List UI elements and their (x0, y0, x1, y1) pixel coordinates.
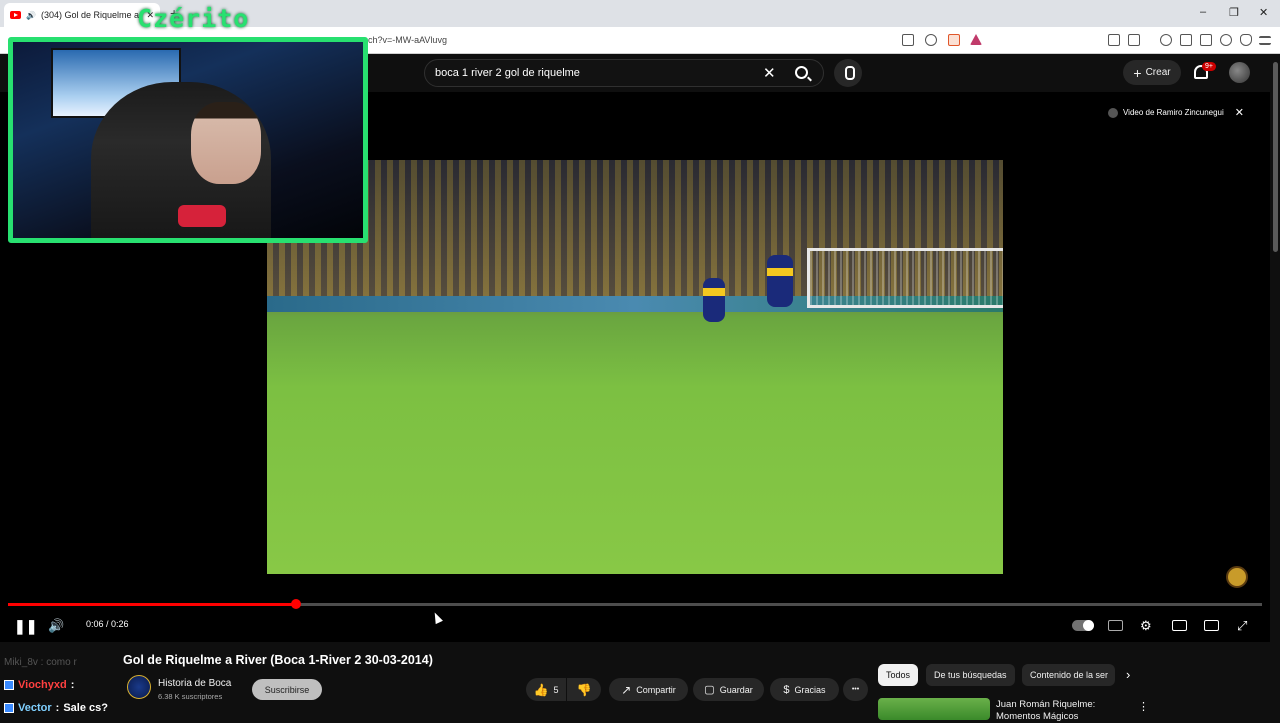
brave-shields-icon[interactable] (948, 34, 960, 46)
chat-username: Vector (18, 702, 52, 714)
streamer-face (191, 102, 261, 184)
scrollbar-thumb[interactable] (1273, 62, 1278, 252)
player-controls: ❚❚ 🔊 0:06 / 0:26 ⚙ ⤢ (0, 612, 1270, 642)
extensions-icon[interactable] (1108, 34, 1120, 46)
search-box[interactable]: boca 1 river 2 gol de riquelme ✕ (424, 59, 824, 87)
youtube-favicon-icon (10, 11, 21, 19)
menu-icon[interactable] (1259, 36, 1271, 45)
subtitles-icon[interactable] (1108, 620, 1123, 631)
share-button[interactable]: ↗ Compartir (609, 678, 688, 701)
tab-title: (304) Gol de Riquelme a River (40, 10, 141, 20)
recommendation-title[interactable]: Juan Román Riquelme: Momentos Mágicos (996, 699, 1116, 723)
fullscreen-icon[interactable]: ⤢ (1237, 618, 1247, 634)
screen-icon[interactable] (902, 34, 914, 46)
notifications-badge: 9+ (1202, 62, 1216, 71)
recommendation-thumbnail[interactable] (878, 698, 990, 720)
chip-series-content[interactable]: Contenido de la ser (1022, 664, 1115, 686)
progress-scrubber[interactable] (291, 599, 302, 609)
chat-ghost-line: Miki_8v : como r (4, 657, 77, 668)
user-avatar[interactable] (1229, 62, 1250, 83)
close-credit-icon[interactable]: ✕ (1235, 106, 1244, 119)
share-icon[interactable] (925, 34, 937, 46)
search-icon[interactable] (795, 66, 808, 79)
url-field[interactable]: ch?v=-MW-aAVluvg (368, 35, 447, 45)
chat-badge-icon (4, 703, 14, 713)
like-count: 5 (553, 684, 559, 695)
time-display: 0:06 / 0:26 (86, 619, 129, 629)
wallet-icon[interactable] (1200, 34, 1212, 46)
channel-name[interactable]: Historia de Boca (158, 678, 231, 689)
search-input[interactable]: boca 1 river 2 gol de riquelme (435, 67, 580, 79)
chat-line: Viochyxd : (4, 679, 78, 691)
save-label: Guardar (719, 684, 753, 695)
sidebar-icon[interactable] (1180, 34, 1192, 46)
thanks-button[interactable]: $ Gracias (770, 678, 839, 701)
chat-separator: : (55, 702, 60, 714)
minimize-button[interactable]: – (1200, 6, 1206, 18)
autoplay-toggle[interactable] (1072, 620, 1094, 631)
goal-net (807, 248, 1003, 308)
speaker-icon: 🔊 (26, 10, 36, 20)
credit-avatar-icon (1107, 107, 1118, 118)
chat-message: Sale cs? (63, 702, 108, 714)
chat-separator: : (70, 679, 75, 691)
leo-icon[interactable] (1220, 34, 1232, 46)
miniplayer-icon[interactable] (1172, 620, 1187, 631)
chat-badge-icon (4, 680, 14, 690)
create-label: Crear (1145, 67, 1171, 78)
microphone (178, 205, 226, 227)
clear-search-icon[interactable]: ✕ (763, 64, 776, 82)
progress-bar[interactable] (8, 599, 1262, 609)
chevron-right-icon[interactable]: › (1126, 667, 1130, 682)
chip-from-searches[interactable]: De tus búsquedas (926, 664, 1015, 686)
chip-all[interactable]: Todos (878, 664, 919, 686)
channel-avatar[interactable] (127, 675, 151, 699)
cast-icon[interactable] (1204, 620, 1219, 631)
close-window-button[interactable]: ✕ (1259, 6, 1268, 19)
streamer-name: Czérito (137, 4, 250, 33)
channel-watermark-icon[interactable] (1226, 566, 1248, 588)
video-title: Gol de Riquelme a River (Boca 1-River 2 … (123, 653, 433, 667)
subscriber-count: 6.38 K suscriptores (158, 692, 223, 701)
brave-rewards-icon[interactable] (970, 34, 982, 45)
recommendation-menu-icon[interactable]: ⋮ (1138, 700, 1149, 713)
vpn-icon[interactable] (1240, 34, 1252, 46)
progress-played (8, 603, 297, 606)
thanks-icon: $ (783, 683, 790, 696)
volume-icon[interactable]: 🔊 (48, 618, 64, 634)
dislike-button[interactable]: 👎 (567, 678, 601, 701)
bookmark-icon: ▢ (704, 684, 715, 696)
thanks-label: Gracias (794, 684, 826, 695)
subscribe-button[interactable]: Suscribirse (252, 679, 322, 700)
video-credit: Video de Ramiro Zincunegui ✕ (1107, 106, 1244, 119)
chat-username: Viochyxd (18, 679, 67, 691)
plus-icon: + (1133, 64, 1142, 81)
webcam-overlay (8, 37, 368, 243)
settings-gear-icon[interactable]: ⚙ (1140, 618, 1152, 634)
thumbs-up-icon: 👍 (533, 682, 549, 697)
create-button[interactable]: + Crear (1123, 60, 1181, 85)
player-shirt-stripe (767, 268, 793, 276)
like-button[interactable]: 👍 5 (526, 678, 566, 701)
more-actions-button[interactable]: ••• (843, 678, 868, 701)
maximize-button[interactable]: ❐ (1229, 6, 1239, 19)
chat-line: Vector : Sale cs? (4, 702, 108, 714)
player-figure (767, 255, 793, 307)
puzzle-icon[interactable] (1128, 34, 1140, 46)
music-icon[interactable] (1160, 34, 1172, 46)
voice-search-icon[interactable] (834, 59, 862, 87)
thumbs-down-icon: 👎 (576, 682, 592, 697)
player-figure (703, 278, 725, 322)
player-shirt-stripe (703, 288, 725, 296)
share-label: Compartir (636, 684, 676, 695)
save-button[interactable]: ▢ Guardar (693, 678, 764, 701)
video-frame[interactable] (267, 160, 1003, 574)
share-arrow-icon: ↗ (621, 682, 632, 697)
pause-icon[interactable]: ❚❚ (14, 618, 37, 635)
credit-text: Video de Ramiro Zincunegui (1122, 108, 1224, 117)
more-icon: ••• (851, 686, 860, 693)
